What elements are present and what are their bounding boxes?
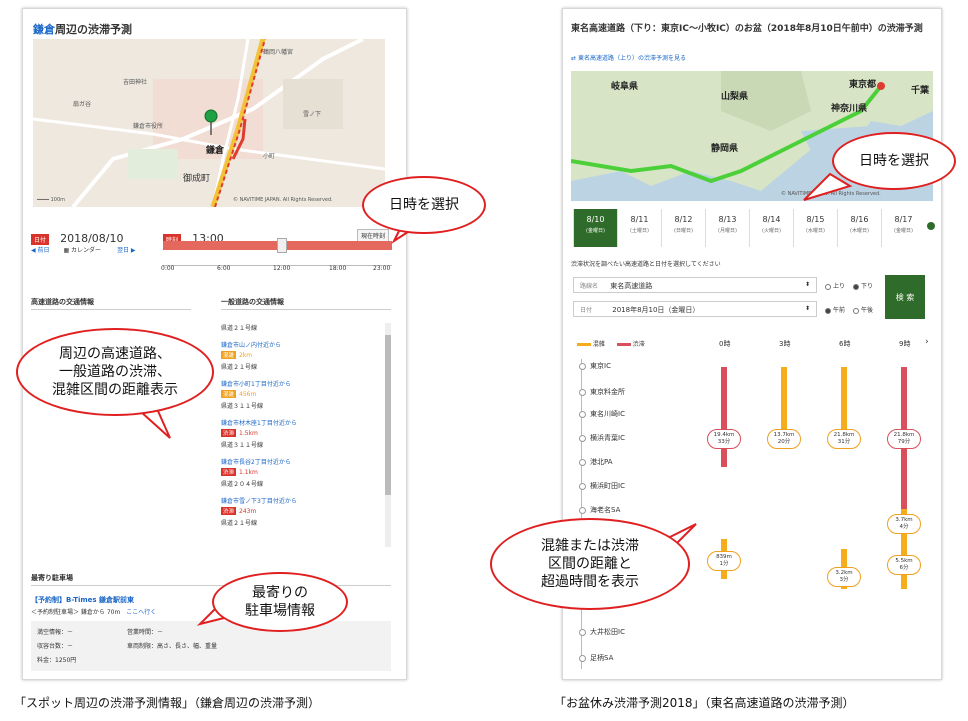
congestion-badge: 渋滞 [221, 429, 237, 437]
time-slider-handle[interactable] [277, 238, 287, 253]
general-road-info-header: 一般道路の交通情報 [221, 298, 284, 306]
am-radio[interactable]: 午前 [825, 305, 845, 314]
date-tab[interactable]: 8/14 (火曜日) [749, 209, 793, 247]
divider [221, 309, 391, 310]
distance-value: 2km [239, 352, 253, 359]
next-dates-arrow-icon[interactable] [927, 222, 935, 230]
list-item: 県道２０４号線 [221, 481, 264, 488]
hour-0: 0時 [719, 340, 731, 348]
congestion-badge: 渋滞 [221, 507, 237, 515]
date-row: 日付 2018/08/10 [31, 227, 124, 246]
callout-date-select-left: 日時を選択 [362, 176, 486, 234]
page-title: 東名高速道路（下り：東京IC〜小牧IC）のお盆（2018年8月10日午前中）の渋… [571, 24, 923, 34]
kamakura-map[interactable]: 鶴岡八幡宮 吉田神社 鎌倉市役所 御成町 鎌倉 小町 雪ノ下 扇ガ谷 © NAV… [33, 39, 385, 207]
congestion-badge: 混雑 [221, 351, 237, 359]
station-label: 東京IC [579, 361, 611, 371]
list-item[interactable]: 鎌倉市山ノ内付近から 混雑 2km [221, 340, 381, 359]
date-nav: ◀ 前日 ▦ カレンダー 翌日 ▶ [31, 245, 136, 254]
date-tab[interactable]: 8/10 (金曜日) [573, 209, 617, 247]
caption-left: 「スポット周辺の渋滞予測情報」（鎌倉周辺の渋滞予測） [14, 696, 321, 710]
direction-down-radio[interactable]: 下り [853, 281, 873, 290]
legend: 混雑 渋滞 [577, 339, 645, 348]
callout-date-select-right: 日時を選択 [832, 132, 956, 190]
segment-pill[interactable]: 19.4km 33分 [707, 429, 741, 449]
congestion-badge: 渋滞 [221, 468, 237, 476]
parking-go-link[interactable]: ここへ行く [126, 609, 156, 616]
form-hint: 渋滞状況を調べたい高速道路と日付を選択してください [571, 261, 721, 268]
parking-name-link[interactable]: 【予約制】B-Times 鎌倉駅前東 [31, 595, 134, 605]
pm-radio[interactable]: 午後 [853, 305, 873, 314]
jam-legend-swatch [616, 343, 631, 346]
crowd-legend-swatch [577, 343, 591, 346]
date-tab[interactable]: 8/16 (木曜日) [837, 209, 881, 247]
highway-info-header: 高速道路の交通情報 [31, 298, 94, 306]
list-item: 県道２１号線 [221, 520, 258, 527]
jam-bar [721, 367, 727, 467]
date-tab[interactable]: 8/13 (月曜日) [705, 209, 749, 247]
page-title: 鎌倉周辺の渋滞予測 [33, 23, 132, 36]
divider [31, 309, 191, 310]
segment-pill[interactable]: 839m 1分 [707, 551, 741, 571]
distance-value: 243m [239, 508, 257, 515]
next-hours-chevron-icon[interactable]: › [925, 337, 929, 347]
date-tab[interactable]: 8/12 (日曜日) [661, 209, 705, 247]
calendar-icon[interactable]: ▦ カレンダー [63, 247, 101, 254]
callout-road-congestion: 周辺の高速道路、 一般道路の渋滞、 混雑区間の距離表示 [16, 328, 214, 416]
segment-pill[interactable]: 3.7km 4分 [887, 514, 921, 534]
distance-value: 1.5km [239, 430, 258, 437]
station-label: 海老名SA [579, 505, 620, 515]
station-label: 横浜町田IC [579, 481, 625, 491]
parking-subinfo: ＜予約制駐車場＞ 鎌倉から 70m ここへ行く [31, 609, 157, 616]
prev-day-link[interactable]: ◀ 前日 [31, 247, 50, 254]
station-label: 横浜青葉IC [579, 433, 625, 443]
hour-3: 3時 [779, 340, 791, 348]
next-day-link[interactable]: 翌日 ▶ [117, 247, 136, 254]
date-tab[interactable]: 8/15 (水曜日) [793, 209, 837, 247]
date-tab[interactable]: 8/17 (金曜日) [881, 209, 925, 247]
date-select[interactable]: 日付 2018年8月10日（金曜日） ⬍ [573, 301, 817, 317]
map-scale: ━━━━ 100m [37, 197, 66, 203]
list-item[interactable]: 鎌倉市長谷2丁目付近から 渋滞 1.1km [221, 457, 381, 476]
segment-pill[interactable]: 21.8km 31分 [827, 429, 861, 449]
caption-right: 「お盆休み渋滞予測2018」（東名高速道路の渋滞予測） [554, 696, 855, 710]
search-button[interactable]: 検 索 [885, 275, 925, 319]
list-item: 県道３１１号線 [221, 442, 264, 449]
list-item: 県道３１１号線 [221, 403, 264, 410]
general-road-list: 県道２１号線 鎌倉市山ノ内付近から 混雑 2km 県道２１号線 鎌倉市小町1丁目付近から混… [221, 323, 393, 547]
road-select[interactable]: 路線名 東名高速道路 ⬍ [573, 277, 817, 293]
station-label: 東京料金所 [579, 387, 625, 397]
list-item[interactable]: 鎌倉市雪ノ下3丁目付近から 渋滞 243m [221, 496, 381, 515]
callout-parking: 最寄りの 駐車場情報 [212, 572, 348, 632]
hour-9: 9時 [899, 340, 911, 348]
list-item[interactable]: 鎌倉市小町1丁目付近から 混雑 456m [221, 379, 381, 398]
list-item[interactable]: 鎌倉市材木座1丁目付近から 渋滞 1.5km [221, 418, 381, 437]
upbound-link[interactable]: ⇄ 東名高速道路（上り）の渋滞予測を見る [571, 53, 686, 62]
callout-jam-distance: 混雑または渋滞 区間の距離と 超過時間を表示 [490, 518, 690, 610]
station-label: 東名川崎IC [579, 409, 625, 419]
list-item: 県道２１号線 [221, 364, 258, 371]
segment-pill[interactable]: 21.8km 79分 [887, 429, 921, 449]
hour-6: 6時 [839, 340, 851, 348]
distance-value: 1.1km [239, 469, 258, 476]
date-tab[interactable]: 8/11 (土曜日) [617, 209, 661, 247]
select-arrow-icon: ⬍ [804, 281, 810, 288]
segment-pill[interactable]: 3.2km 3分 [827, 567, 861, 587]
date-value: 2018/08/10 [60, 232, 124, 245]
location-pin-icon [204, 109, 218, 135]
distance-value: 456m [239, 391, 257, 398]
scrollbar-thumb[interactable] [385, 335, 391, 495]
station-label: 大井松田IC [579, 627, 625, 637]
station-label: 足柄SA [579, 653, 613, 663]
parking-header: 最寄り駐車場 [31, 574, 73, 582]
segment-pill[interactable]: 13.7km 20分 [767, 429, 801, 449]
select-arrow-icon: ⬍ [804, 305, 810, 312]
direction-up-radio[interactable]: 上り [825, 281, 845, 290]
list-item: 県道２１号線 [221, 325, 258, 332]
segment-pill[interactable]: 5.5km 6分 [887, 555, 921, 575]
station-label: 港北PA [579, 457, 613, 467]
scrollbar[interactable] [385, 323, 391, 547]
congestion-badge: 混雑 [221, 390, 237, 398]
